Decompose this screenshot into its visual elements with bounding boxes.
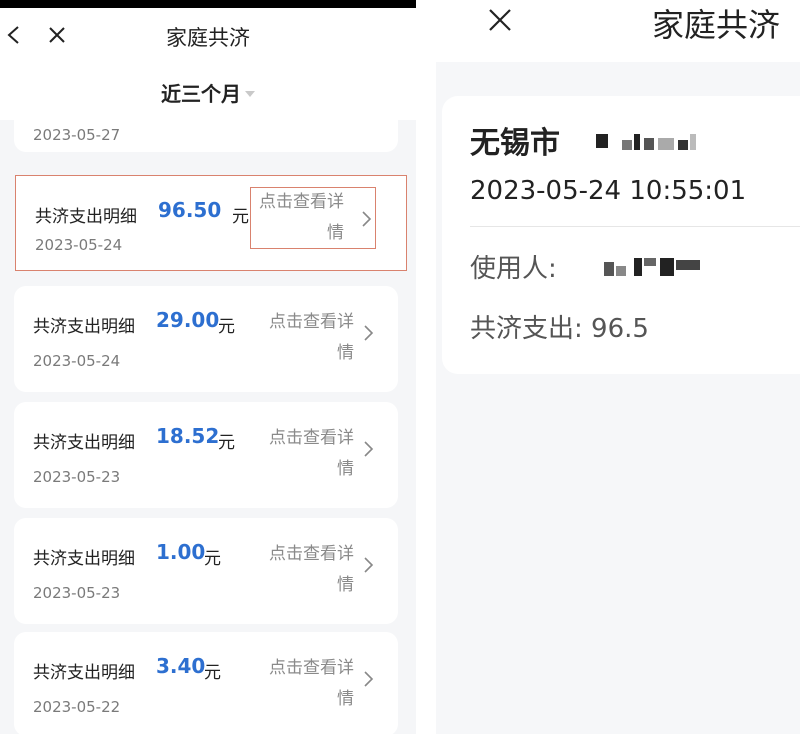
record-date: 2023-05-23	[33, 584, 121, 602]
record-date: 2023-05-24	[35, 236, 123, 254]
link-line-2: 情	[337, 343, 354, 363]
left-header: 家庭共济	[0, 8, 416, 66]
record-label: 共济支出明细	[33, 549, 135, 569]
right-header: 家庭共济	[436, 0, 800, 62]
record-label: 共济支出明细	[33, 663, 135, 683]
list-item[interactable]: 共济支出明细 3.40 元 2023-05-22 点击查看详 情	[14, 632, 398, 734]
user-label: 使用人:	[470, 254, 557, 284]
record-amount: 1.00	[156, 540, 206, 564]
chevron-right-icon	[364, 441, 374, 457]
record-unit: 元	[204, 549, 221, 569]
period-filter[interactable]: 近三个月	[0, 78, 416, 107]
view-details-link[interactable]: 点击查看详 情	[260, 307, 354, 369]
view-details-link[interactable]: 点击查看详 情	[260, 653, 354, 715]
annotation-box	[250, 187, 376, 249]
record-amount: 18.52	[156, 424, 220, 448]
list-item[interactable]: 共济支出明细 29.00 元 2023-05-24 点击查看详 情	[14, 286, 398, 392]
record-label: 共济支出明细	[33, 433, 135, 453]
list-item[interactable]: 2023-05-27 情	[14, 120, 398, 152]
record-unit: 元	[204, 663, 221, 683]
record-amount: 29.00	[156, 308, 220, 332]
link-line-1: 点击查看详	[269, 544, 354, 564]
page-title: 家庭共济	[166, 26, 250, 50]
record-unit: 元	[232, 207, 249, 227]
detail-user: 使用人:	[470, 248, 557, 285]
link-line-2: 情	[337, 689, 354, 709]
chevron-right-icon	[364, 671, 374, 687]
list-item[interactable]: 共济支出明细 1.00 元 2023-05-23 点击查看详 情	[14, 518, 398, 624]
record-date: 2023-05-24	[33, 352, 121, 370]
link-line-2: 情	[337, 575, 354, 595]
detail-datetime: 2023-05-24 10:55:01	[470, 176, 747, 206]
view-details-link[interactable]: 点击查看详 情	[260, 423, 354, 485]
record-date: 2023-05-23	[33, 468, 121, 486]
record-date: 2023-05-22	[33, 698, 121, 716]
chevron-right-icon	[364, 557, 374, 573]
right-screen: 家庭共济 无锡市 2023-05-24 10:55:01 使用人: 共济支出: …	[436, 0, 800, 734]
record-amount: 96.50	[158, 198, 222, 222]
link-line-1: 点击查看详	[269, 658, 354, 678]
link-line-1: 点击查看详	[269, 428, 354, 448]
left-screen: 家庭共济 近三个月 2023-05-27 情 共济支出明细 96.50 元 20…	[0, 0, 416, 734]
caret-down-icon	[245, 90, 255, 97]
record-label: 共济支出明细	[35, 207, 137, 227]
view-details-link[interactable]: 点击查看详 情	[260, 539, 354, 601]
link-line-2: 情	[337, 459, 354, 479]
redacted-name	[592, 134, 712, 152]
chevron-right-icon	[364, 325, 374, 341]
detail-city: 无锡市	[470, 118, 560, 162]
record-unit: 元	[218, 317, 235, 337]
record-unit: 元	[218, 433, 235, 453]
close-icon[interactable]	[484, 4, 516, 36]
divider	[470, 226, 800, 227]
detail-card: 无锡市 2023-05-24 10:55:01 使用人: 共济支出: 96.5	[442, 96, 800, 374]
page-title: 家庭共济	[652, 6, 781, 44]
record-date: 2023-05-27	[33, 126, 121, 144]
filter-bar: 近三个月	[0, 66, 416, 120]
detail-amount: 共济支出: 96.5	[470, 314, 649, 344]
link-line-1: 点击查看详	[269, 312, 354, 332]
city-name: 无锡市	[470, 126, 560, 161]
record-amount: 3.40	[156, 654, 206, 678]
redacted-user	[604, 256, 714, 278]
status-bar	[0, 0, 416, 8]
record-label: 共济支出明细	[33, 317, 135, 337]
list-item[interactable]: 共济支出明细 18.52 元 2023-05-23 点击查看详 情	[14, 402, 398, 508]
period-filter-label: 近三个月	[161, 82, 241, 106]
